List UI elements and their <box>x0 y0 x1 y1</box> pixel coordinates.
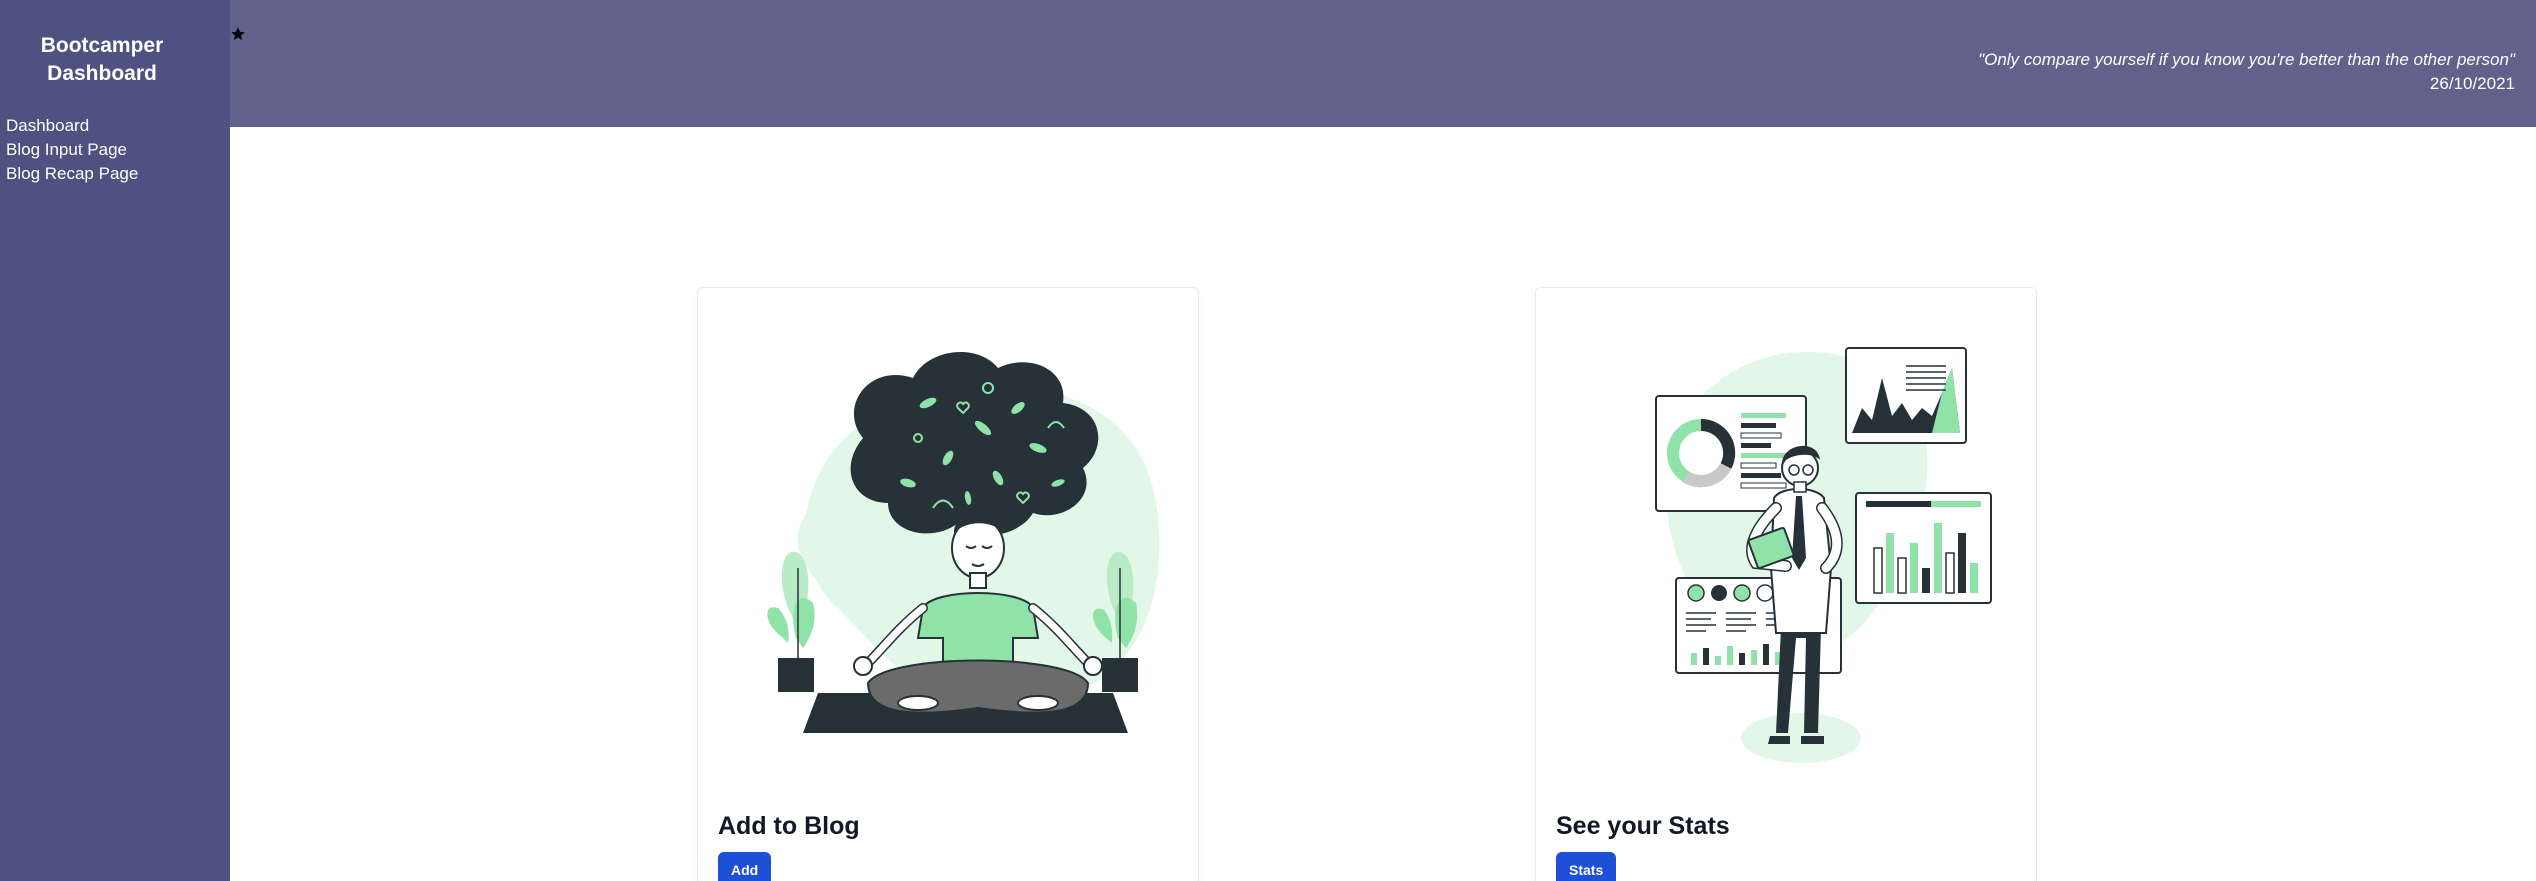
analytics-man-illustration <box>1655 347 1992 763</box>
sidebar: Bootcamper Dashboard Dashboard Blog Inpu… <box>0 0 230 881</box>
card-title-add-to-blog: Add to Blog <box>718 812 860 840</box>
sidebar-item-dashboard[interactable]: Dashboard <box>0 114 230 138</box>
sidebar-nav: Dashboard Blog Input Page Blog Recap Pag… <box>0 114 230 186</box>
star-icon <box>231 27 245 40</box>
stats-button[interactable]: Stats <box>1556 852 1617 881</box>
sidebar-item-blog-recap[interactable]: Blog Recap Page <box>0 162 230 186</box>
see-your-stats-card: See your Stats Stats <box>1535 287 2037 881</box>
app-brand: Bootcamper Dashboard <box>40 34 164 85</box>
current-date: 26/10/2021 <box>2429 74 2515 93</box>
add-button[interactable]: Add <box>718 852 772 881</box>
add-to-blog-card: Add to Blog Add <box>697 287 1199 881</box>
motivational-quote: "Only compare yourself if you know you'r… <box>1978 50 2515 69</box>
sidebar-item-blog-input[interactable]: Blog Input Page <box>0 138 230 162</box>
top-header: "Only compare yourself if you know you'r… <box>230 0 2536 127</box>
meditating-woman-illustration <box>767 351 1160 733</box>
card-title-see-your-stats: See your Stats <box>1556 812 1730 840</box>
